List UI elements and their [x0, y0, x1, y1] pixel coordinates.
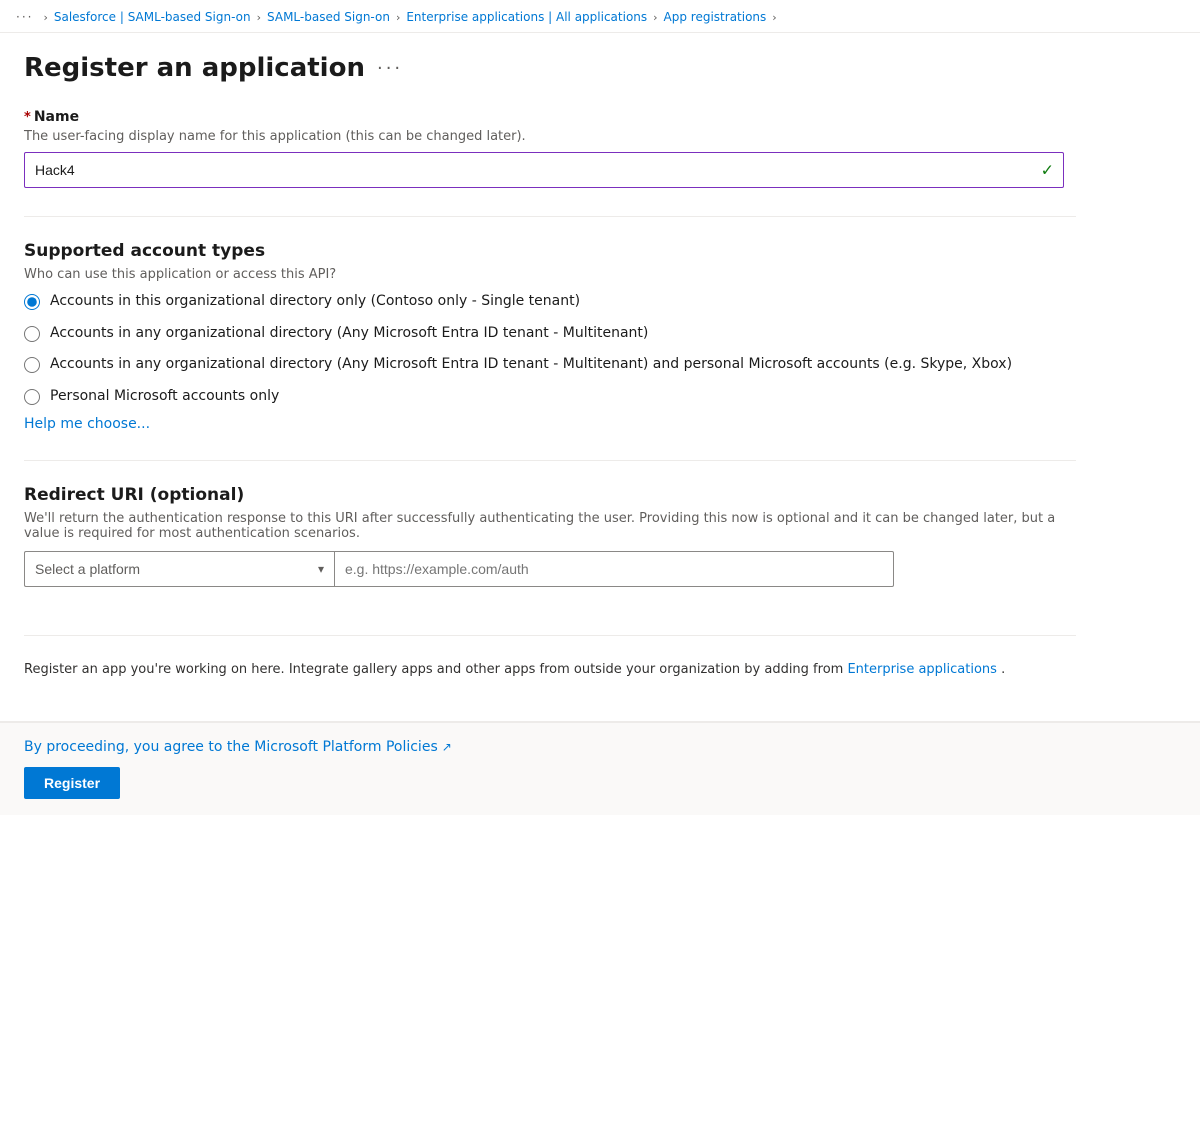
redirect-uri-input[interactable]: [334, 551, 894, 587]
radio-any-org-personal[interactable]: [24, 357, 40, 373]
name-input[interactable]: [24, 152, 1064, 188]
divider-2: [24, 460, 1076, 461]
header-more-button[interactable]: ···: [377, 58, 403, 79]
register-button[interactable]: Register: [24, 767, 120, 799]
redirect-title: Redirect URI (optional): [24, 485, 1076, 505]
required-star: *: [24, 110, 31, 125]
platform-select[interactable]: Select a platform Web Single-page applic…: [24, 551, 334, 587]
breadcrumb-sep-3: ›: [653, 11, 657, 24]
breadcrumb-salesforce[interactable]: Salesforce | SAML-based Sign-on: [54, 10, 251, 24]
name-label: * Name: [24, 109, 1076, 125]
breadcrumb-ellipsis[interactable]: ···: [16, 10, 33, 24]
account-types-radio-group: Accounts in this organizational director…: [24, 292, 1076, 406]
name-label-text: Name: [34, 109, 79, 125]
radio-item-org-only[interactable]: Accounts in this organizational director…: [24, 292, 1076, 312]
breadcrumb-app-reg[interactable]: App registrations: [664, 10, 767, 24]
breadcrumb: ··· › Salesforce | SAML-based Sign-on › …: [0, 0, 1200, 33]
check-icon: ✓: [1041, 161, 1054, 180]
redirect-section: Redirect URI (optional) We'll return the…: [24, 485, 1076, 587]
policy-text: By proceeding, you agree to the Microsof…: [24, 739, 438, 755]
policy-link[interactable]: By proceeding, you agree to the Microsof…: [24, 739, 452, 755]
breadcrumb-sep-1: ›: [257, 11, 261, 24]
breadcrumb-sep-4: ›: [772, 11, 776, 24]
help-me-choose-link[interactable]: Help me choose...: [24, 416, 150, 432]
policy-agreement: By proceeding, you agree to the Microsof…: [24, 739, 1176, 755]
footer-bottom: By proceeding, you agree to the Microsof…: [0, 721, 1200, 815]
redirect-inputs: Select a platform Web Single-page applic…: [24, 551, 894, 587]
footer-note-text-before: Register an app you're working on here. …: [24, 662, 843, 677]
radio-org-only[interactable]: [24, 294, 40, 310]
page-title: Register an application: [24, 53, 365, 83]
radio-label-personal-only: Personal Microsoft accounts only: [50, 387, 279, 407]
account-types-description: Who can use this application or access t…: [24, 267, 1076, 282]
breadcrumb-saml[interactable]: SAML-based Sign-on: [267, 10, 390, 24]
page-header: Register an application ···: [0, 33, 1200, 93]
divider-1: [24, 216, 1076, 217]
breadcrumb-sep-0: ›: [43, 11, 47, 24]
radio-label-any-org-personal: Accounts in any organizational directory…: [50, 355, 1012, 375]
enterprise-applications-link[interactable]: Enterprise applications: [847, 662, 997, 677]
radio-item-any-org[interactable]: Accounts in any organizational directory…: [24, 324, 1076, 344]
main-content: * Name The user-facing display name for …: [0, 93, 1100, 701]
redirect-description: We'll return the authentication response…: [24, 511, 1076, 541]
radio-personal-only[interactable]: [24, 389, 40, 405]
name-input-wrapper: ✓: [24, 152, 1064, 188]
radio-label-any-org: Accounts in any organizational directory…: [50, 324, 648, 344]
name-section: * Name The user-facing display name for …: [24, 109, 1076, 188]
name-description: The user-facing display name for this ap…: [24, 129, 1076, 144]
external-link-icon: ↗: [442, 740, 452, 754]
platform-select-wrapper: Select a platform Web Single-page applic…: [24, 551, 334, 587]
account-types-title: Supported account types: [24, 241, 1076, 261]
footer-note: Register an app you're working on here. …: [24, 635, 1076, 677]
breadcrumb-sep-2: ›: [396, 11, 400, 24]
account-types-section: Supported account types Who can use this…: [24, 241, 1076, 432]
breadcrumb-enterprise[interactable]: Enterprise applications | All applicatio…: [406, 10, 647, 24]
radio-item-personal-only[interactable]: Personal Microsoft accounts only: [24, 387, 1076, 407]
radio-label-org-only: Accounts in this organizational director…: [50, 292, 580, 312]
radio-any-org[interactable]: [24, 326, 40, 342]
footer-note-text-after: .: [1001, 662, 1005, 677]
radio-item-any-org-personal[interactable]: Accounts in any organizational directory…: [24, 355, 1076, 375]
